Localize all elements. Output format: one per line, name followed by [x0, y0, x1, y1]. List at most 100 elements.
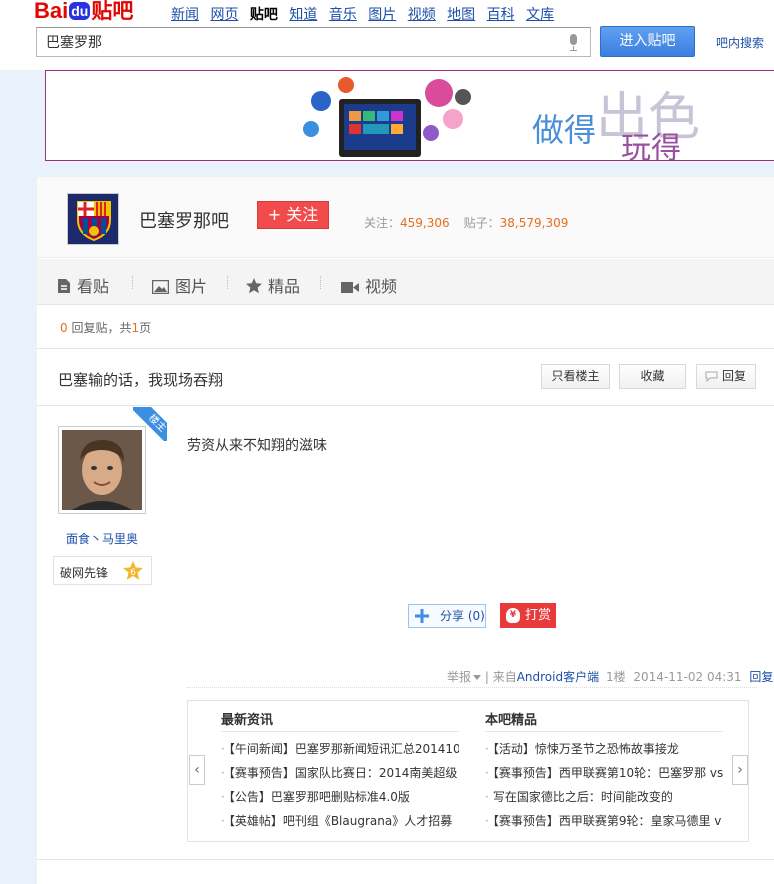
share-button[interactable]: 分享 (0) [408, 604, 486, 628]
tab-divider [227, 276, 228, 289]
tab-featured[interactable]: 精品 [246, 273, 300, 297]
list-item[interactable]: · 【英雄帖】吧刊组《Blaugrana》人才招募 [221, 809, 459, 833]
reply-count: 0 [60, 321, 68, 335]
level-number: 6 [130, 568, 136, 578]
logo-tieba: 贴吧 [91, 0, 134, 23]
list-item[interactable]: · 【公告】巴塞罗那吧删贴标准4.0版 [221, 785, 459, 809]
reply-count-label: 回复贴，共 [71, 321, 132, 335]
carousel-prev-button[interactable]: ‹ [189, 755, 205, 785]
list-item[interactable]: · 【赛事预告】国家队比赛日：2014南美超级 [221, 761, 459, 785]
followers-count: 459,306 [400, 216, 450, 230]
banner-art-image [303, 77, 471, 157]
source-prefix: | 来自 [484, 670, 517, 684]
top-nav: 新闻 网页 贴吧 知道 音乐 图片 视频 地图 百科 文库 [171, 4, 561, 24]
banner-slogan-line2: 玩得 [621, 131, 681, 161]
logo-text: Bai [34, 0, 69, 23]
list-item[interactable]: · 【午间新闻】巴塞罗那新闻短讯汇总201410 [221, 737, 459, 761]
floor-number: 1楼 [605, 670, 626, 684]
logo-paw: du [69, 2, 91, 20]
search-input[interactable] [37, 28, 537, 56]
tab-posts[interactable]: 看贴 [57, 273, 109, 297]
tab-label: 精品 [268, 277, 301, 296]
enter-forum-button[interactable]: 进入贴吧 [600, 26, 695, 57]
post-reply-link[interactable]: 回复 [749, 670, 773, 684]
reward-button[interactable]: ¥ 打赏 [500, 603, 556, 628]
only-op-button[interactable]: 只看楼主 [541, 364, 610, 389]
list-item[interactable]: · 写在国家德比之后：时间能改变的 [485, 785, 723, 809]
document-icon [58, 279, 70, 293]
level-title: 破网先锋 [60, 566, 109, 580]
nav-news[interactable]: 新闻 [171, 7, 199, 23]
forum-header: 巴塞罗那吧 + 关注 关注：459,306 贴子：38,579,309 [37, 177, 774, 258]
divider [37, 859, 774, 860]
tab-videos[interactable]: 视频 [341, 273, 397, 297]
reply-pager: 0 回复贴，共1页 [60, 319, 151, 336]
source-link[interactable]: Android客户端 [517, 670, 599, 684]
nav-baike[interactable]: 百科 [487, 7, 515, 23]
list-item[interactable]: · 【赛事预告】西甲联赛第10轮：巴塞罗那 vs [485, 761, 723, 785]
nav-music[interactable]: 音乐 [329, 7, 357, 23]
followers-label: 关注： [364, 216, 401, 230]
recommend-box: ‹ 最新资讯 · 【午间新闻】巴塞罗那新闻短讯汇总201410 · 【赛事预告】国家… [187, 700, 749, 842]
nav-zhidao[interactable]: 知道 [289, 7, 317, 23]
level-badge-icon: 6 [123, 561, 143, 580]
featured-column: 本吧精品 · 【活动】惊悚万圣节之恐怖故事接龙 · 【赛事预告】西甲联赛第10轮：巴… [485, 709, 723, 833]
featured-title: 本吧精品 [485, 709, 723, 732]
list-item[interactable]: · 【活动】惊悚万圣节之恐怖故事接龙 [485, 737, 723, 761]
user-level[interactable]: 破网先锋 6 [53, 556, 152, 585]
nav-map[interactable]: 地图 [447, 7, 475, 23]
follow-button[interactable]: + 关注 [257, 201, 329, 229]
in-forum-search-link[interactable]: 吧内搜索 [716, 34, 764, 51]
reward-label: 打赏 [525, 608, 552, 623]
avatar-image [62, 430, 142, 510]
nav-web[interactable]: 网页 [210, 7, 238, 23]
person-portrait-icon [62, 430, 142, 510]
divider [187, 687, 757, 688]
tab-images[interactable]: 图片 [152, 273, 207, 297]
video-icon [341, 282, 359, 293]
ad-banner[interactable]: 做得出色 玩得 [45, 70, 774, 161]
baidu-tieba-logo[interactable]: Bai du 贴吧 [34, 0, 134, 23]
tab-label: 图片 [175, 277, 208, 296]
tab-divider [320, 276, 321, 289]
tab-label: 视频 [365, 277, 398, 296]
latest-news-title: 最新资讯 [221, 709, 459, 732]
search-box [36, 27, 591, 57]
tab-divider [132, 276, 133, 289]
nav-images[interactable]: 图片 [368, 7, 396, 23]
reply-button[interactable]: 回复 [696, 364, 756, 389]
report-label: 举报 [447, 670, 472, 684]
microphone-icon[interactable] [568, 34, 578, 51]
comment-icon [705, 371, 718, 382]
plus-icon [415, 609, 429, 623]
nav-wenku[interactable]: 文库 [526, 7, 554, 23]
page-count: 1 [131, 321, 140, 335]
post-content: 劳资从来不知翔的滋味 [187, 438, 327, 454]
post-time: 2014-11-02 04:31 [633, 670, 742, 684]
username-link[interactable]: 面食丶马里奥 [37, 530, 167, 547]
reply-label: 回复 [721, 369, 746, 383]
nav-video[interactable]: 视频 [408, 7, 436, 23]
forum-name: 巴塞罗那吧 [139, 211, 229, 232]
author-sidebar: 楼主 面食丶马里奥 破网先锋 6 [37, 407, 167, 884]
forum-logo[interactable] [67, 193, 119, 245]
forum-tabs: 看贴 图片 精品 视频 [37, 259, 774, 305]
avatar[interactable] [58, 426, 146, 514]
main-panel: 巴塞罗那吧 + 关注 关注：459,306 贴子：38,579,309 看贴 图片… [37, 177, 774, 884]
image-icon [152, 280, 169, 294]
star-icon [246, 278, 262, 294]
carousel-next-button[interactable]: › [732, 755, 748, 785]
share-count: (0) [467, 609, 485, 623]
favorite-button[interactable]: 收藏 [619, 364, 686, 389]
nav-tieba[interactable]: 贴吧 [250, 7, 278, 23]
forum-stats: 关注：459,306 贴子：38,579,309 [364, 214, 568, 231]
chevron-down-icon [473, 675, 482, 680]
money-bag-icon: ¥ [506, 608, 520, 623]
report-link[interactable]: 举报 [447, 670, 482, 684]
top-bar: Baidu贴吧 新闻 网页 贴吧 知道 音乐 图片 视频 地图 百科 文库 进入… [0, 0, 774, 70]
tab-label: 看贴 [77, 277, 110, 296]
post-tail: 举报 | 来自Android客户端 1楼 2014-11-02 04:31 回复 [447, 668, 773, 685]
posts-count: 38,579,309 [499, 216, 569, 230]
fcb-crest-icon [68, 194, 118, 244]
list-item[interactable]: · 【赛事预告】西甲联赛第9轮：皇家马德里 v [485, 809, 723, 833]
